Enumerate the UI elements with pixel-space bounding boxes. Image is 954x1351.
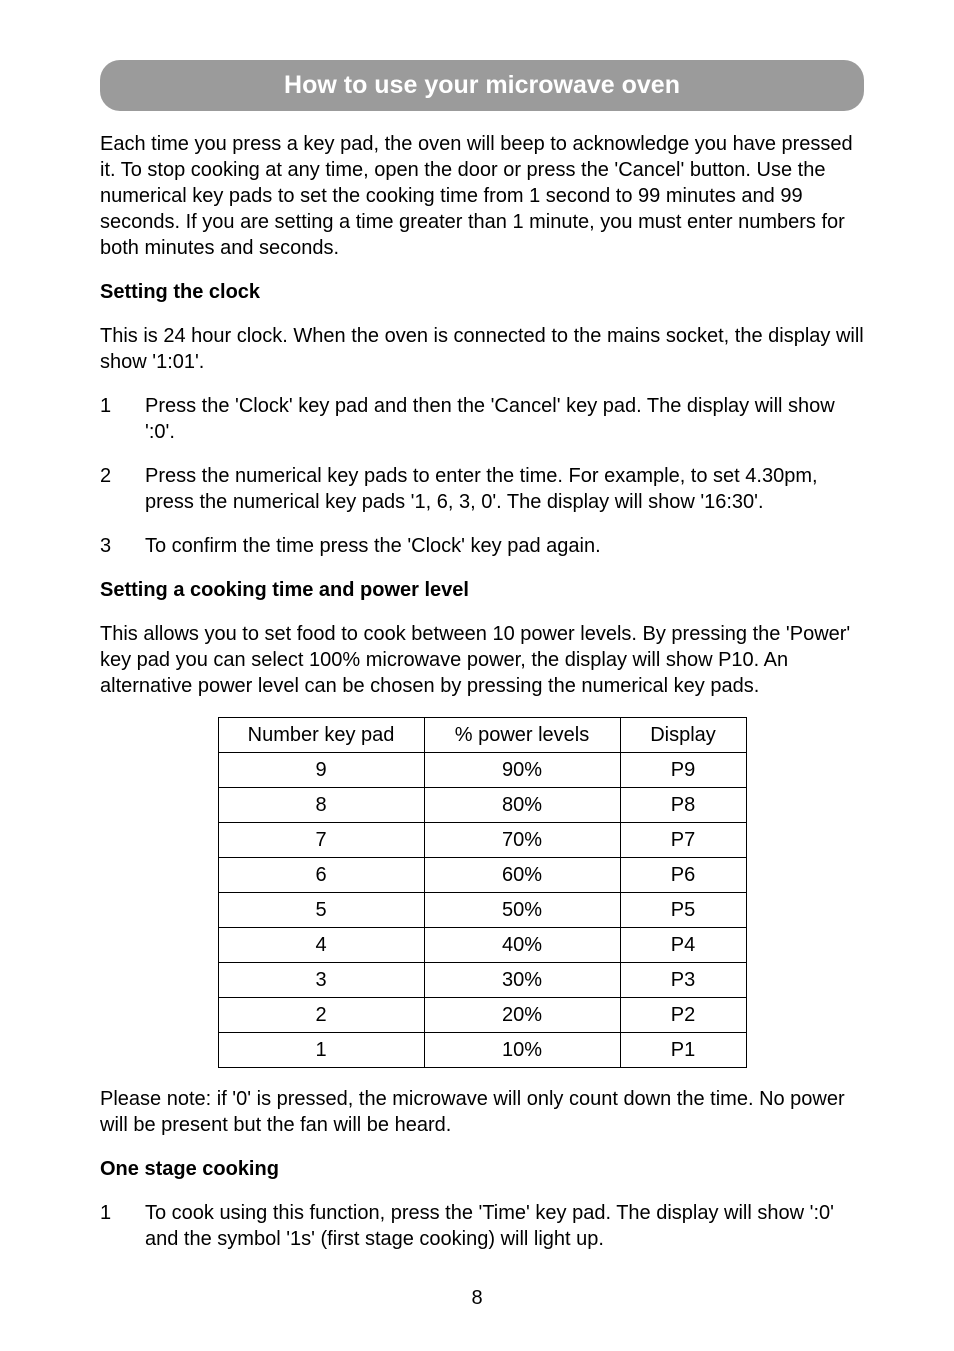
table-row: 880%P8 xyxy=(218,787,746,822)
onestage-step: 1 To cook using this function, press the… xyxy=(100,1200,864,1252)
table-row: 550%P5 xyxy=(218,892,746,927)
step-text: Press the numerical key pads to enter th… xyxy=(145,463,864,515)
section-banner: How to use your microwave oven xyxy=(100,60,864,111)
table-header: Display xyxy=(620,717,746,752)
clock-step: 3 To confirm the time press the 'Clock' … xyxy=(100,533,864,559)
table-cell: 40% xyxy=(424,927,620,962)
intro-paragraph: Each time you press a key pad, the oven … xyxy=(100,131,864,261)
table-cell: P6 xyxy=(620,857,746,892)
table-cell: P2 xyxy=(620,997,746,1032)
one-stage-heading: One stage cooking xyxy=(100,1156,864,1182)
table-cell: 8 xyxy=(218,787,424,822)
table-cell: P5 xyxy=(620,892,746,927)
setting-power-desc: This allows you to set food to cook betw… xyxy=(100,621,864,699)
step-number: 3 xyxy=(100,533,145,559)
banner-title: How to use your microwave oven xyxy=(284,71,680,99)
table-cell: 10% xyxy=(424,1032,620,1067)
table-cell: 4 xyxy=(218,927,424,962)
setting-power-heading: Setting a cooking time and power level xyxy=(100,577,864,603)
table-cell: P7 xyxy=(620,822,746,857)
table-cell: 1 xyxy=(218,1032,424,1067)
table-cell: P4 xyxy=(620,927,746,962)
table-header-row: Number key pad % power levels Display xyxy=(218,717,746,752)
table-cell: 80% xyxy=(424,787,620,822)
table-row: 770%P7 xyxy=(218,822,746,857)
clock-step: 1 Press the 'Clock' key pad and then the… xyxy=(100,393,864,445)
power-note: Please note: if '0' is pressed, the micr… xyxy=(100,1086,864,1138)
table-cell: 60% xyxy=(424,857,620,892)
table-cell: 2 xyxy=(218,997,424,1032)
table-cell: P1 xyxy=(620,1032,746,1067)
table-header: Number key pad xyxy=(218,717,424,752)
table-cell: 9 xyxy=(218,752,424,787)
step-text: To cook using this function, press the '… xyxy=(145,1200,864,1252)
table-cell: 5 xyxy=(218,892,424,927)
table-cell: 3 xyxy=(218,962,424,997)
step-number: 1 xyxy=(100,1200,145,1252)
table-cell: 90% xyxy=(424,752,620,787)
table-cell: 7 xyxy=(218,822,424,857)
power-level-table: Number key pad % power levels Display 99… xyxy=(218,717,747,1068)
table-cell: P3 xyxy=(620,962,746,997)
table-cell: 6 xyxy=(218,857,424,892)
table-row: 330%P3 xyxy=(218,962,746,997)
setting-clock-desc: This is 24 hour clock. When the oven is … xyxy=(100,323,864,375)
setting-clock-heading: Setting the clock xyxy=(100,279,864,305)
step-number: 1 xyxy=(100,393,145,445)
table-row: 110%P1 xyxy=(218,1032,746,1067)
table-cell: P9 xyxy=(620,752,746,787)
table-cell: 70% xyxy=(424,822,620,857)
table-row: 660%P6 xyxy=(218,857,746,892)
table-row: 990%P9 xyxy=(218,752,746,787)
table-cell: 50% xyxy=(424,892,620,927)
step-number: 2 xyxy=(100,463,145,515)
step-text: Press the 'Clock' key pad and then the '… xyxy=(145,393,864,445)
table-row: 220%P2 xyxy=(218,997,746,1032)
table-header: % power levels xyxy=(424,717,620,752)
page-number: 8 xyxy=(0,1285,954,1311)
table-cell: P8 xyxy=(620,787,746,822)
table-cell: 30% xyxy=(424,962,620,997)
clock-step: 2 Press the numerical key pads to enter … xyxy=(100,463,864,515)
table-row: 440%P4 xyxy=(218,927,746,962)
table-cell: 20% xyxy=(424,997,620,1032)
step-text: To confirm the time press the 'Clock' ke… xyxy=(145,533,864,559)
